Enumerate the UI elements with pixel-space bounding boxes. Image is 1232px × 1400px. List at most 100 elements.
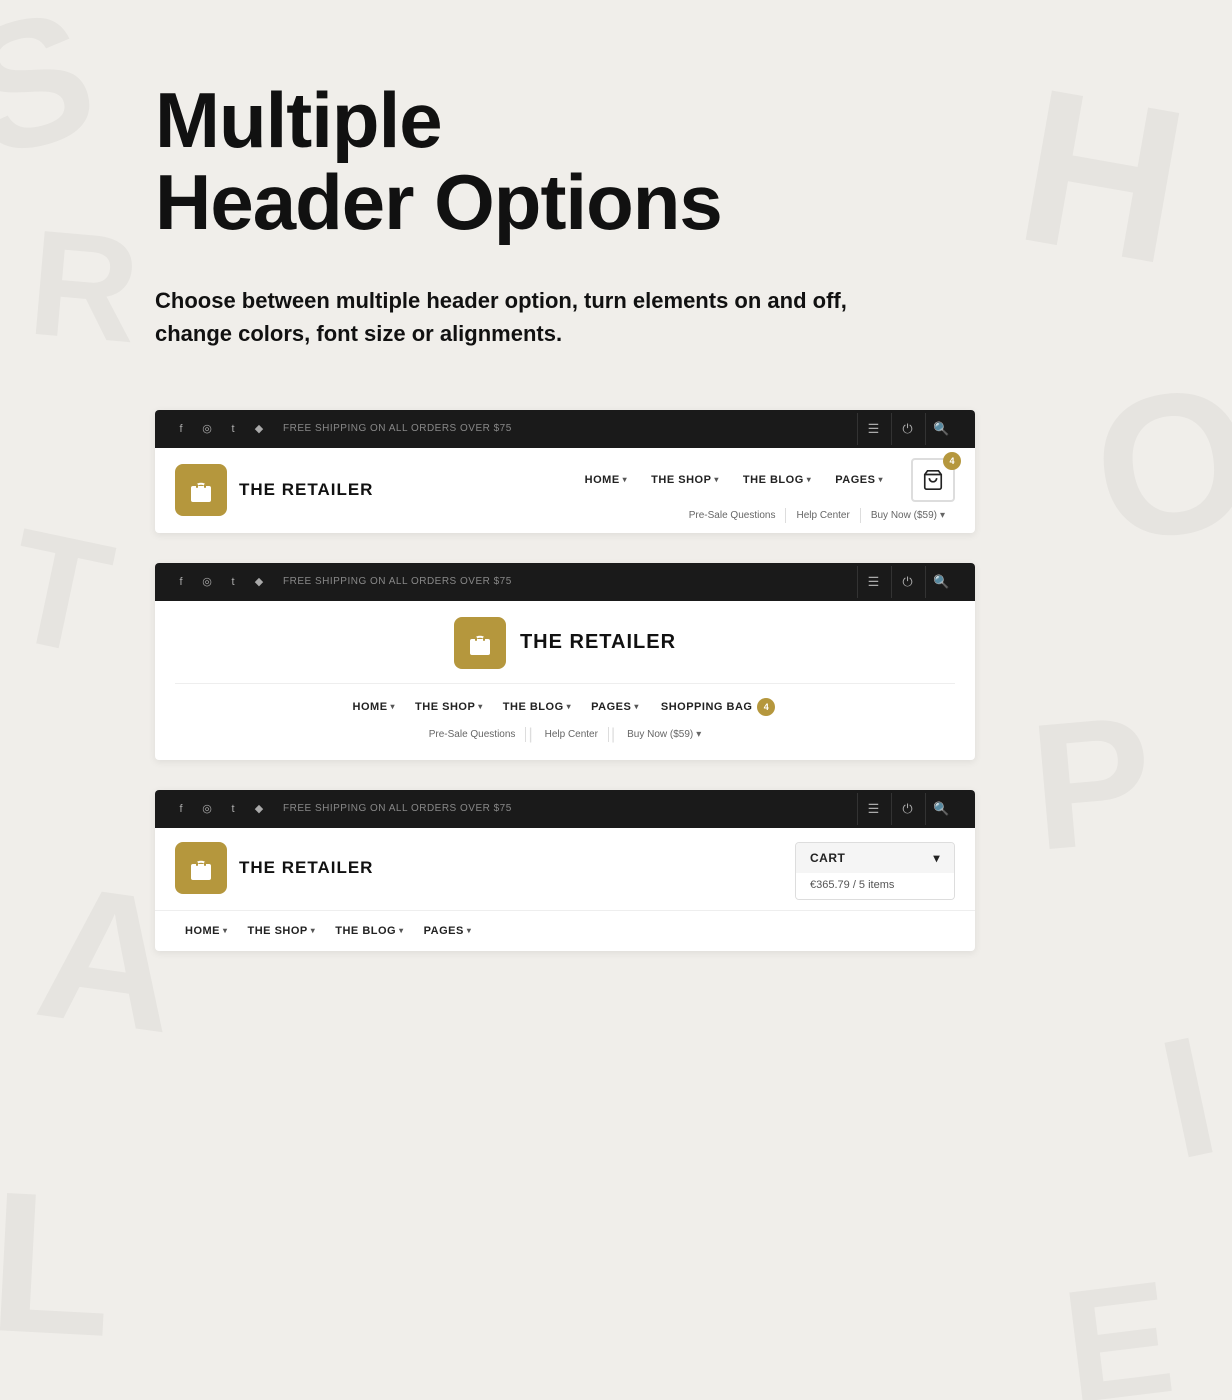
headers-container: f ◎ t ◆ FREE SHIPPING ON ALL ORDERS OVER… — [155, 410, 975, 981]
cart-amount: €365.79 / 5 items — [810, 879, 894, 891]
h2-main-area: THE RETAILER HOME ▾ THE SHOP ▾ THE BLOG … — [155, 601, 975, 760]
facebook-icon[interactable]: f — [173, 421, 189, 437]
messenger-icon-2[interactable]: ◎ — [199, 574, 215, 590]
shipping-notice-2: FREE SHIPPING ON ALL ORDERS OVER $75 — [283, 576, 512, 587]
nav-pages-1[interactable]: PAGES ▾ — [825, 470, 893, 490]
cart-icon-1 — [922, 469, 944, 491]
cart-button-1[interactable]: 4 — [911, 458, 955, 502]
chevron-blog-1: ▾ — [807, 475, 812, 484]
menu-icon-1[interactable]: ☰ — [857, 413, 889, 445]
messenger-icon-3[interactable]: ◎ — [199, 801, 215, 817]
h2-nav-row: HOME ▾ THE SHOP ▾ THE BLOG ▾ PAGES ▾ SHO… — [175, 683, 955, 720]
chevron-home-2: ▾ — [391, 702, 396, 711]
topbar-right-3: ☰ ⏻ 🔍 — [857, 793, 957, 825]
h2-logo-row: THE RETAILER — [454, 617, 676, 669]
nav-home-1[interactable]: HOME ▾ — [575, 470, 638, 490]
cart-dropdown-3: CART ▾ €365.79 / 5 items — [795, 842, 955, 900]
instagram-icon-2[interactable]: ◆ — [251, 574, 267, 590]
shipping-notice-1: FREE SHIPPING ON ALL ORDERS OVER $75 — [283, 423, 512, 434]
main-content: Multiple Header Options Choose between m… — [0, 0, 1232, 1061]
search-icon-3[interactable]: 🔍 — [925, 793, 957, 825]
chevron-buy-2: ▾ — [696, 729, 701, 740]
chevron-shop-3: ▾ — [311, 926, 316, 935]
instagram-icon-3[interactable]: ◆ — [251, 801, 267, 817]
nav-pages-2[interactable]: PAGES ▾ — [581, 697, 649, 717]
twitter-icon-3[interactable]: t — [225, 801, 241, 817]
bag-logo-svg-2 — [466, 629, 494, 657]
cart-label: CART — [810, 851, 845, 865]
nav-home-3[interactable]: HOME ▾ — [175, 921, 238, 941]
topbar-3: f ◎ t ◆ FREE SHIPPING ON ALL ORDERS OVER… — [155, 790, 975, 828]
nav-buy-1[interactable]: Buy Now ($59) ▾ — [861, 508, 955, 523]
h3-main-area: THE RETAILER CART ▾ €365.79 / 5 items — [155, 828, 975, 910]
h2-sub-row: Pre-Sale Questions | Help Center | Buy N… — [419, 720, 712, 754]
cart-dropdown-body: €365.79 / 5 items — [796, 873, 954, 899]
cart-badge-1: 4 — [943, 452, 961, 470]
menu-icon-3[interactable]: ☰ — [857, 793, 889, 825]
shopping-bag-button[interactable]: SHOPPING BAG 4 — [649, 694, 788, 720]
page-title: Multiple Header Options — [155, 80, 1132, 244]
cart-chevron: ▾ — [933, 851, 940, 865]
chevron-blog-2: ▾ — [567, 702, 572, 711]
nav-pages-3[interactable]: PAGES ▾ — [414, 921, 482, 941]
topbar-2: f ◎ t ◆ FREE SHIPPING ON ALL ORDERS OVER… — [155, 563, 975, 601]
topbar-1: f ◎ t ◆ FREE SHIPPING ON ALL ORDERS OVER… — [155, 410, 975, 448]
twitter-icon[interactable]: t — [225, 421, 241, 437]
page-subtitle: Choose between multiple header option, t… — [155, 284, 855, 350]
bag-badge: 4 — [757, 698, 775, 716]
facebook-icon-2[interactable]: f — [173, 574, 189, 590]
nav-blog-3[interactable]: THE BLOG ▾ — [325, 921, 413, 941]
h3-nav-row: HOME ▾ THE SHOP ▾ THE BLOG ▾ PAGES ▾ — [155, 910, 975, 951]
logo-area-1: THE RETAILER — [175, 464, 373, 516]
header-variant-3: f ◎ t ◆ FREE SHIPPING ON ALL ORDERS OVER… — [155, 790, 975, 951]
bag-logo-svg-3 — [187, 854, 215, 882]
h1-nav: HOME ▾ THE SHOP ▾ THE BLOG ▾ PAGES ▾ 4 — [575, 458, 955, 523]
nav-help-1[interactable]: Help Center — [786, 508, 860, 523]
twitter-icon-2[interactable]: t — [225, 574, 241, 590]
search-icon-1[interactable]: 🔍 — [925, 413, 957, 445]
instagram-icon[interactable]: ◆ — [251, 421, 267, 437]
topbar-right-1: ☰ ⏻ 🔍 — [857, 413, 957, 445]
nav-shop-1[interactable]: THE SHOP ▾ — [641, 470, 729, 490]
h1-nav-bottom-row: Pre-Sale Questions Help Center Buy Now (… — [679, 508, 955, 523]
nav-help-2[interactable]: Help Center — [535, 727, 609, 742]
chevron-pages-2: ▾ — [634, 702, 639, 711]
nav-home-2[interactable]: HOME ▾ — [343, 697, 406, 717]
power-icon-3[interactable]: ⏻ — [891, 793, 923, 825]
logo-icon-2 — [454, 617, 506, 669]
menu-icon-2[interactable]: ☰ — [857, 566, 889, 598]
bg-letter: L — [0, 1147, 118, 1383]
logo-area-3: THE RETAILER — [175, 842, 373, 894]
topbar-right-2: ☰ ⏻ 🔍 — [857, 566, 957, 598]
logo-text-3: THE RETAILER — [239, 858, 373, 878]
chevron-buy-1: ▾ — [940, 510, 945, 521]
topbar-left-3: f ◎ t ◆ FREE SHIPPING ON ALL ORDERS OVER… — [173, 801, 512, 817]
nav-shop-3[interactable]: THE SHOP ▾ — [238, 921, 326, 941]
nav-pre-sale-2[interactable]: Pre-Sale Questions — [419, 727, 527, 742]
power-icon-2[interactable]: ⏻ — [891, 566, 923, 598]
power-icon-1[interactable]: ⏻ — [891, 413, 923, 445]
messenger-icon[interactable]: ◎ — [199, 421, 215, 437]
logo-text-2: THE RETAILER — [520, 631, 676, 654]
cart-dropdown-header[interactable]: CART ▾ — [796, 843, 954, 873]
bag-logo-svg-1 — [187, 476, 215, 504]
chevron-shop-2: ▾ — [478, 702, 483, 711]
facebook-icon-3[interactable]: f — [173, 801, 189, 817]
logo-icon-1 — [175, 464, 227, 516]
logo-text-1: THE RETAILER — [239, 480, 373, 500]
chevron-home-3: ▾ — [223, 926, 228, 935]
chevron-home-1: ▾ — [623, 475, 628, 484]
nav-blog-2[interactable]: THE BLOG ▾ — [493, 697, 581, 717]
nav-pre-sale-1[interactable]: Pre-Sale Questions — [679, 508, 787, 523]
shipping-notice-3: FREE SHIPPING ON ALL ORDERS OVER $75 — [283, 803, 512, 814]
topbar-left-2: f ◎ t ◆ FREE SHIPPING ON ALL ORDERS OVER… — [173, 574, 512, 590]
bg-letter: E — [1054, 1244, 1182, 1400]
nav-blog-1[interactable]: THE BLOG ▾ — [733, 470, 821, 490]
nav-shop-2[interactable]: THE SHOP ▾ — [405, 697, 493, 717]
nav-buy-2[interactable]: Buy Now ($59) ▾ — [617, 727, 711, 742]
h1-nav-top-row: HOME ▾ THE SHOP ▾ THE BLOG ▾ PAGES ▾ 4 — [575, 458, 955, 502]
search-icon-2[interactable]: 🔍 — [925, 566, 957, 598]
h1-main-area: THE RETAILER HOME ▾ THE SHOP ▾ THE BLOG … — [155, 448, 975, 533]
chevron-blog-3: ▾ — [399, 926, 404, 935]
chevron-pages-3: ▾ — [467, 926, 472, 935]
